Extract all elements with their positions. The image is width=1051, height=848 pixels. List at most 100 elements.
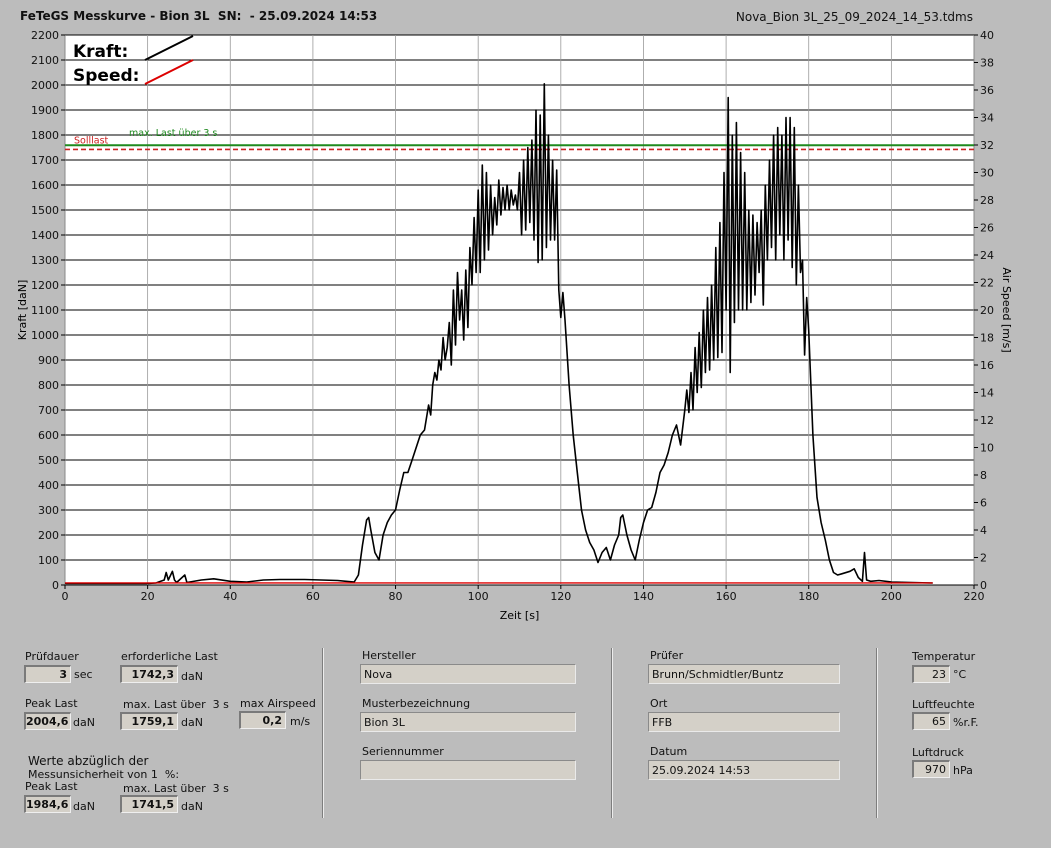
max-airspeed-label: max Airspeed xyxy=(240,697,316,710)
y-tick-label: 2100 xyxy=(31,54,59,67)
x-tick-label: 180 xyxy=(798,590,819,603)
y2-tick-label: 22 xyxy=(980,277,994,290)
y2-tick-label: 18 xyxy=(980,332,994,345)
pruefer-label: Prüfer xyxy=(650,649,684,662)
seriennummer-field[interactable] xyxy=(360,760,576,780)
pruefdauer-value: 3 xyxy=(24,665,71,683)
y2-tick-label: 28 xyxy=(980,194,994,207)
musterbezeichnung-field[interactable]: Bion 3L xyxy=(360,712,576,732)
y2-tick-label: 38 xyxy=(980,57,994,70)
y2-tick-label: 0 xyxy=(980,579,987,592)
y-tick-label: 2000 xyxy=(31,79,59,92)
y2-axis-label: Air Speed [m/s] xyxy=(1000,267,1013,352)
peak-last-value: 2004,6 xyxy=(24,712,71,730)
y-tick-label: 800 xyxy=(38,379,59,392)
y-tick-label: 1300 xyxy=(31,254,59,267)
luftfeuchte-unit: %r.F. xyxy=(953,716,979,729)
peak-last-adjusted-label: Peak Last xyxy=(25,780,78,793)
x-tick-label: 200 xyxy=(881,590,902,603)
y-tick-label: 100 xyxy=(38,554,59,567)
pruefdauer-label: Prüfdauer xyxy=(25,650,79,663)
max-last-adjusted-label: max. Last über 3 s xyxy=(123,782,229,795)
y-tick-label: 1700 xyxy=(31,154,59,167)
ort-field[interactable]: FFB xyxy=(648,712,840,732)
legend-0-label: Kraft: xyxy=(73,42,128,62)
x-tick-label: 40 xyxy=(223,590,237,603)
luftdruck-label: Luftdruck xyxy=(912,746,964,759)
y2-tick-label: 6 xyxy=(980,497,987,510)
y2-tick-label: 40 xyxy=(980,29,994,42)
y-tick-label: 0 xyxy=(52,579,59,592)
datum-label: Datum xyxy=(650,745,688,758)
y-tick-label: 2200 xyxy=(31,29,59,42)
y-axis-label: Kraft [daN] xyxy=(16,280,29,341)
y2-tick-label: 20 xyxy=(980,304,994,317)
peak-last-label: Peak Last xyxy=(25,697,78,710)
y2-tick-label: 34 xyxy=(980,112,994,125)
max-airspeed-value: 0,2 xyxy=(239,711,286,729)
y-tick-label: 1600 xyxy=(31,179,59,192)
x-tick-label: 160 xyxy=(716,590,737,603)
x-tick-label: 120 xyxy=(550,590,571,603)
y-tick-label: 1100 xyxy=(31,304,59,317)
sollast-label: Solllast xyxy=(74,135,109,146)
hersteller-field[interactable]: Nova xyxy=(360,664,576,684)
max-last-adjusted-unit: daN xyxy=(181,800,203,813)
y-tick-label: 700 xyxy=(38,404,59,417)
y2-tick-label: 12 xyxy=(980,414,994,427)
max-airspeed-unit: m/s xyxy=(290,715,311,728)
peak-last-adjusted-value: 1984,6 xyxy=(24,795,71,813)
peak-last-adjusted-unit: daN xyxy=(73,800,95,813)
y-tick-label: 1000 xyxy=(31,329,59,342)
y-tick-label: 300 xyxy=(38,504,59,517)
seriennummer-label: Seriennummer xyxy=(362,745,444,758)
panel-divider-1 xyxy=(322,648,324,818)
y-tick-label: 1900 xyxy=(31,104,59,117)
y2-tick-label: 8 xyxy=(980,469,987,482)
ort-label: Ort xyxy=(650,697,668,710)
y2-tick-label: 14 xyxy=(980,387,994,400)
y-tick-label: 1800 xyxy=(31,129,59,142)
y2-tick-label: 10 xyxy=(980,442,994,455)
y-tick-label: 500 xyxy=(38,454,59,467)
erforderliche-last-value: 1742,3 xyxy=(120,665,178,683)
y2-tick-label: 4 xyxy=(980,524,987,537)
panel-divider-2 xyxy=(611,648,613,818)
musterbezeichnung-label: Musterbezeichnung xyxy=(362,697,471,710)
y-tick-label: 1500 xyxy=(31,204,59,217)
x-tick-label: 140 xyxy=(633,590,654,603)
max-last-value: 1759,1 xyxy=(120,712,178,730)
x-tick-label: 0 xyxy=(62,590,69,603)
max-last-label: max. Last über 3 s xyxy=(123,698,229,711)
legend-1-label: Speed: xyxy=(73,66,139,86)
y-tick-label: 400 xyxy=(38,479,59,492)
pruefer-field[interactable]: Brunn/Schmidtler/Buntz xyxy=(648,664,840,684)
luftfeuchte-label: Luftfeuchte xyxy=(912,698,975,711)
chart-grid xyxy=(64,34,975,586)
datum-field[interactable]: 25.09.2024 14:53 xyxy=(648,760,840,780)
erforderliche-last-unit: daN xyxy=(181,670,203,683)
x-tick-label: 60 xyxy=(306,590,320,603)
x-tick-label: 20 xyxy=(141,590,155,603)
max-last-adjusted-value: 1741,5 xyxy=(120,795,178,813)
y2-tick-label: 26 xyxy=(980,222,994,235)
temperatur-unit: °C xyxy=(953,668,967,681)
y-tick-label: 600 xyxy=(38,429,59,442)
y2-tick-label: 24 xyxy=(980,249,994,262)
hersteller-label: Hersteller xyxy=(362,649,416,662)
x-tick-label: 80 xyxy=(389,590,403,603)
panel-divider-3 xyxy=(876,648,878,818)
y-tick-label: 1200 xyxy=(31,279,59,292)
peak-last-unit: daN xyxy=(73,716,95,729)
force-speed-chart: 0100200300400500600700800900100011001200… xyxy=(16,29,1013,622)
y2-tick-label: 36 xyxy=(980,84,994,97)
y2-tick-label: 16 xyxy=(980,359,994,372)
temperatur-value: 23 xyxy=(912,665,950,683)
luftfeuchte-value: 65 xyxy=(912,712,950,730)
y2-tick-label: 32 xyxy=(980,139,994,152)
x-tick-label: 100 xyxy=(468,590,489,603)
x-axis-label: Zeit [s] xyxy=(500,609,539,622)
luftdruck-value: 970 xyxy=(912,760,950,778)
y-tick-label: 900 xyxy=(38,354,59,367)
pruefdauer-unit: sec xyxy=(74,668,93,681)
